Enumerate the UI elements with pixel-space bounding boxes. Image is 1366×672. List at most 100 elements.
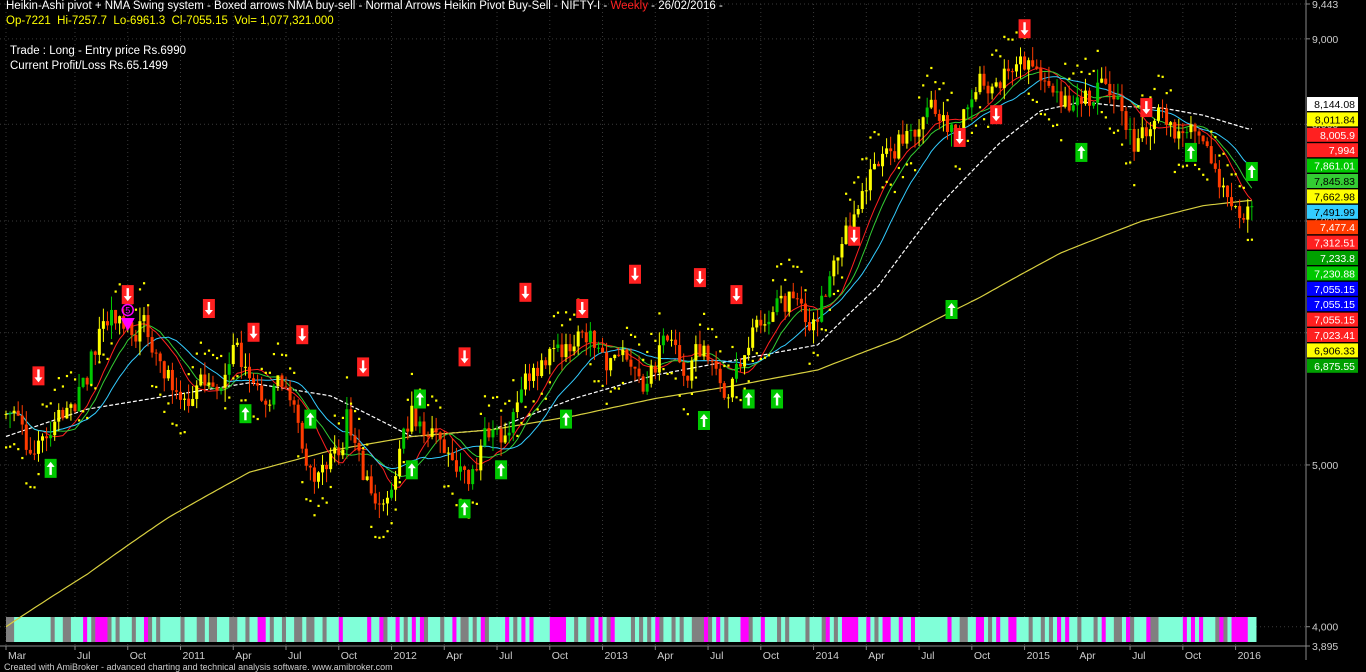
candle-body [783, 295, 787, 312]
band-segment [6, 617, 11, 642]
band-segment [635, 617, 640, 642]
band-segment [923, 617, 928, 642]
sar-dot [191, 366, 194, 369]
candle-body [1023, 56, 1027, 70]
candle-body [381, 503, 385, 505]
band-segment [38, 617, 44, 642]
band-segment [545, 617, 551, 642]
band-segment [160, 617, 165, 642]
band-segment [127, 617, 133, 642]
candle-body [1221, 185, 1225, 188]
sar-dot [29, 485, 32, 489]
sar-dot [1234, 173, 1237, 176]
band-segment [898, 617, 904, 642]
candle-body [36, 440, 40, 454]
candle-body [1128, 129, 1132, 131]
band-segment [919, 617, 924, 642]
band-segment [772, 617, 778, 642]
candle-body [933, 99, 937, 114]
band-segment [367, 617, 372, 642]
band-segment [1150, 617, 1156, 642]
band-segment [1036, 617, 1042, 642]
sar-dot [755, 352, 758, 355]
band-segment [874, 617, 880, 642]
band-segment [614, 617, 620, 642]
candle-body [1014, 64, 1018, 72]
sar-dot [824, 329, 827, 332]
band-segment [841, 617, 847, 642]
band-segment [338, 617, 344, 642]
candle-body [300, 422, 304, 449]
band-segment [148, 617, 153, 642]
candle-body [803, 303, 807, 323]
candle-body [256, 383, 260, 386]
sar-dot [402, 461, 405, 464]
candle-body [65, 407, 69, 419]
sar-dot [1161, 75, 1164, 78]
candle-body [702, 345, 706, 357]
sar-dot [171, 422, 174, 425]
band-segment [1044, 617, 1050, 642]
price-chart[interactable]: 5 9,4439,0008,0007,0006,0005,0004,0003,8… [0, 0, 1366, 672]
band-segment [586, 617, 591, 642]
sar-dot [638, 343, 641, 346]
x-tick-label: Oct [130, 650, 146, 662]
sar-dot [621, 381, 625, 385]
open-value: Op-7221 [6, 15, 51, 27]
band-segment [793, 617, 798, 642]
candle-body [329, 453, 333, 470]
sar-dot [110, 342, 113, 345]
band-segment [618, 617, 624, 642]
candle-body [170, 369, 174, 391]
candle-body [203, 374, 207, 386]
band-segment [87, 617, 92, 642]
band-segment [50, 617, 56, 642]
sar-dot [853, 181, 856, 184]
sar-dot [187, 373, 190, 376]
sar-dot [974, 124, 978, 127]
band-segment [334, 617, 340, 642]
candle-body [1193, 124, 1197, 132]
candle-body [937, 113, 941, 121]
band-segment [728, 617, 733, 642]
band-segment [1130, 617, 1135, 642]
band-segment [22, 617, 27, 642]
sar-dot [285, 354, 288, 357]
band-segment [882, 617, 888, 642]
sar-dot [1015, 31, 1018, 34]
candle-body [398, 448, 402, 477]
candle-body [268, 404, 272, 406]
band-segment [107, 617, 113, 642]
sar-dot [479, 412, 482, 415]
sar-dot [796, 265, 799, 269]
sar-dot [901, 176, 905, 179]
candle-body [150, 337, 154, 353]
band-segment [655, 617, 660, 642]
candle-body [925, 107, 929, 118]
sar-dot [1064, 62, 1067, 65]
sar-dot [21, 456, 24, 460]
sar-dot [999, 55, 1002, 58]
band-segment [54, 617, 60, 642]
band-segment [724, 617, 729, 642]
candle-body [1124, 111, 1128, 130]
sar-dot [33, 486, 36, 489]
sar-dot [686, 413, 689, 416]
band-segment [1199, 617, 1204, 642]
sar-dot [252, 415, 255, 418]
candle-body [998, 82, 1002, 89]
sar-dot [398, 481, 401, 484]
candle-body [158, 353, 162, 362]
sar-dot [1084, 57, 1087, 60]
sar-dot [816, 354, 819, 357]
candle-body [941, 115, 945, 121]
candle-body [629, 359, 633, 367]
ma_yellow-line [5, 200, 1252, 628]
sar-dot [873, 130, 876, 134]
candle-body [641, 376, 645, 392]
sar-dot [500, 409, 503, 412]
candle-body [491, 429, 495, 438]
candle-body [552, 348, 556, 350]
sar-dot [771, 279, 775, 282]
band-segment [1008, 617, 1013, 642]
